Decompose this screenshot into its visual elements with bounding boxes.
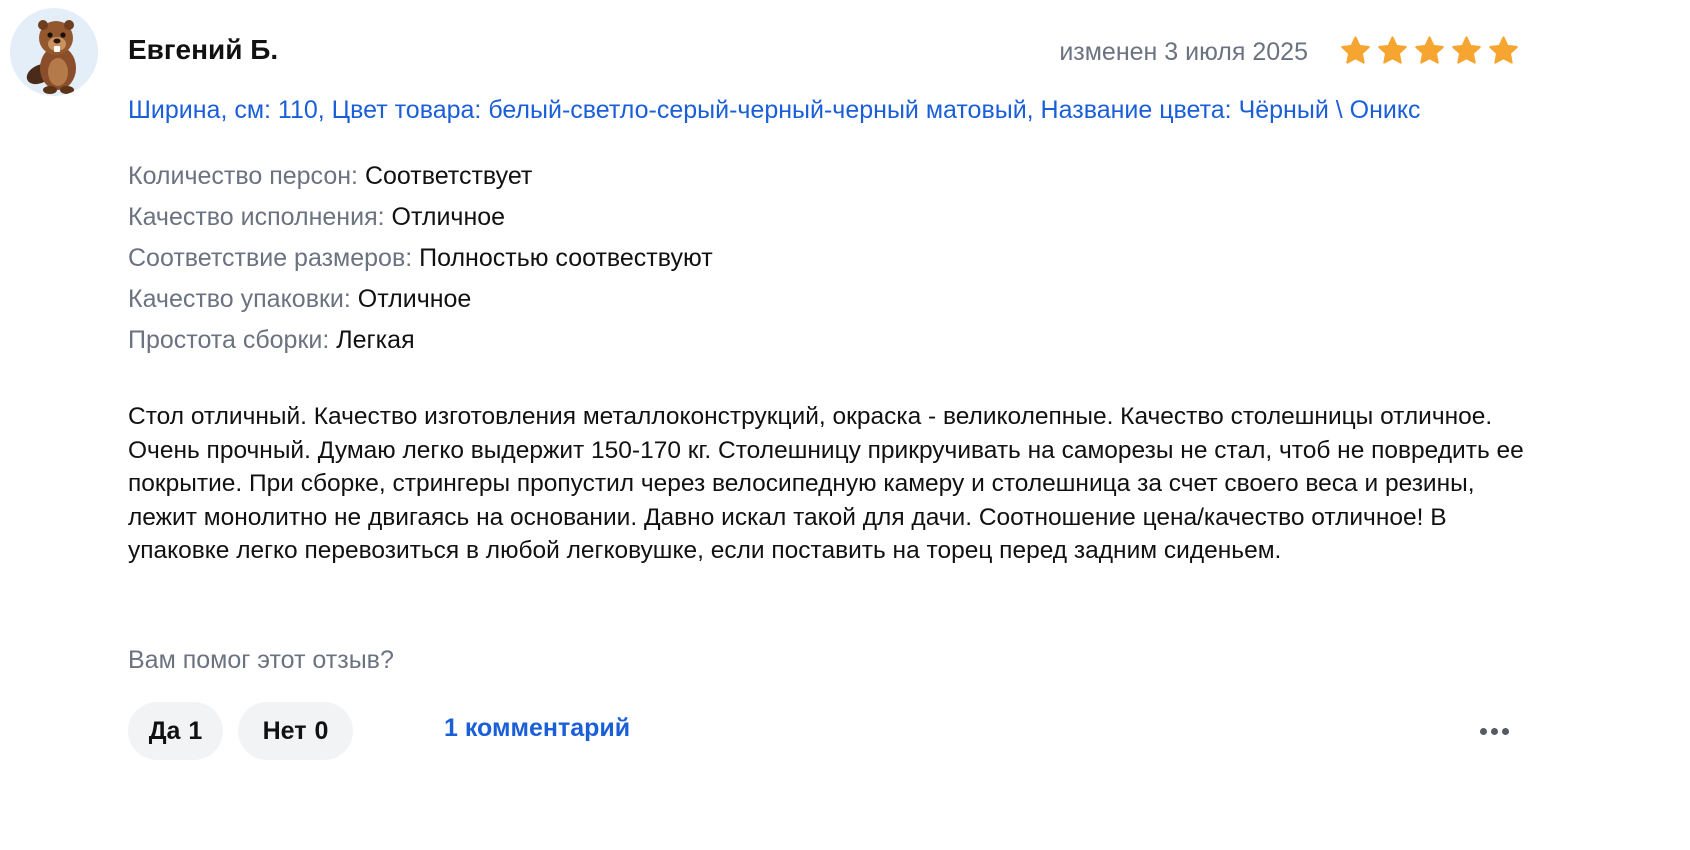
more-options-button[interactable]: [1472, 716, 1516, 746]
property-row: Простота сборки: Легкая: [128, 322, 713, 363]
review-author: Евгений Б.: [128, 34, 279, 65]
product-variant[interactable]: Ширина, см: 110, Цвет товара: белый-свет…: [128, 96, 1421, 125]
property-value: Соответствует: [364, 162, 533, 190]
comments-link[interactable]: 1 комментарий: [444, 714, 630, 743]
vote-no-button[interactable]: Нет 0: [238, 702, 353, 760]
vote-yes-button[interactable]: Да 1: [128, 702, 223, 760]
review-date: изменен 3 июля 2025: [1059, 38, 1308, 66]
vote-yes-count: 1: [188, 716, 203, 745]
property-key: Качество исполнения:: [128, 203, 385, 231]
property-row: Количество персон: Соответствует: [128, 158, 713, 199]
property-key: Соответствие размеров:: [128, 244, 413, 272]
more-dots-icon: [1479, 727, 1487, 735]
property-key: Количество персон:: [128, 162, 358, 190]
vote-no-label: Нет: [262, 716, 307, 745]
property-row: Качество исполнения: Отличное: [128, 199, 713, 240]
vote-no-count: 0: [314, 716, 329, 745]
star-icon: [1341, 36, 1370, 64]
property-key: Простота сборки:: [128, 326, 330, 354]
user-avatar: [10, 8, 98, 96]
star-icon: [1452, 36, 1481, 64]
property-row: Соответствие размеров: Полностью соотвес…: [128, 240, 713, 281]
star-icon: [1489, 36, 1518, 64]
star-icon: [1378, 36, 1407, 64]
property-value: Отличное: [391, 203, 506, 231]
property-value: Полностью соотвествуют: [419, 244, 713, 272]
property-value: Отличное: [357, 285, 472, 313]
property-row: Качество упаковки: Отличное: [128, 281, 713, 322]
star-icon: [1415, 36, 1444, 64]
review-properties: Количество персон: Соответствует Качество…: [128, 158, 713, 363]
more-dot: [1490, 727, 1498, 735]
rating-stars: [1340, 35, 1519, 66]
beaver-avatar-icon: [26, 20, 76, 94]
review-text: Стол отличный. Качество изготовления мет…: [128, 403, 1524, 564]
vote-yes-label: Да: [148, 716, 181, 745]
helpful-question: Вам помог этот отзыв?: [128, 646, 394, 674]
more-dot: [1501, 727, 1509, 735]
property-value: Легкая: [336, 326, 415, 354]
property-key: Качество упаковки:: [128, 285, 351, 313]
